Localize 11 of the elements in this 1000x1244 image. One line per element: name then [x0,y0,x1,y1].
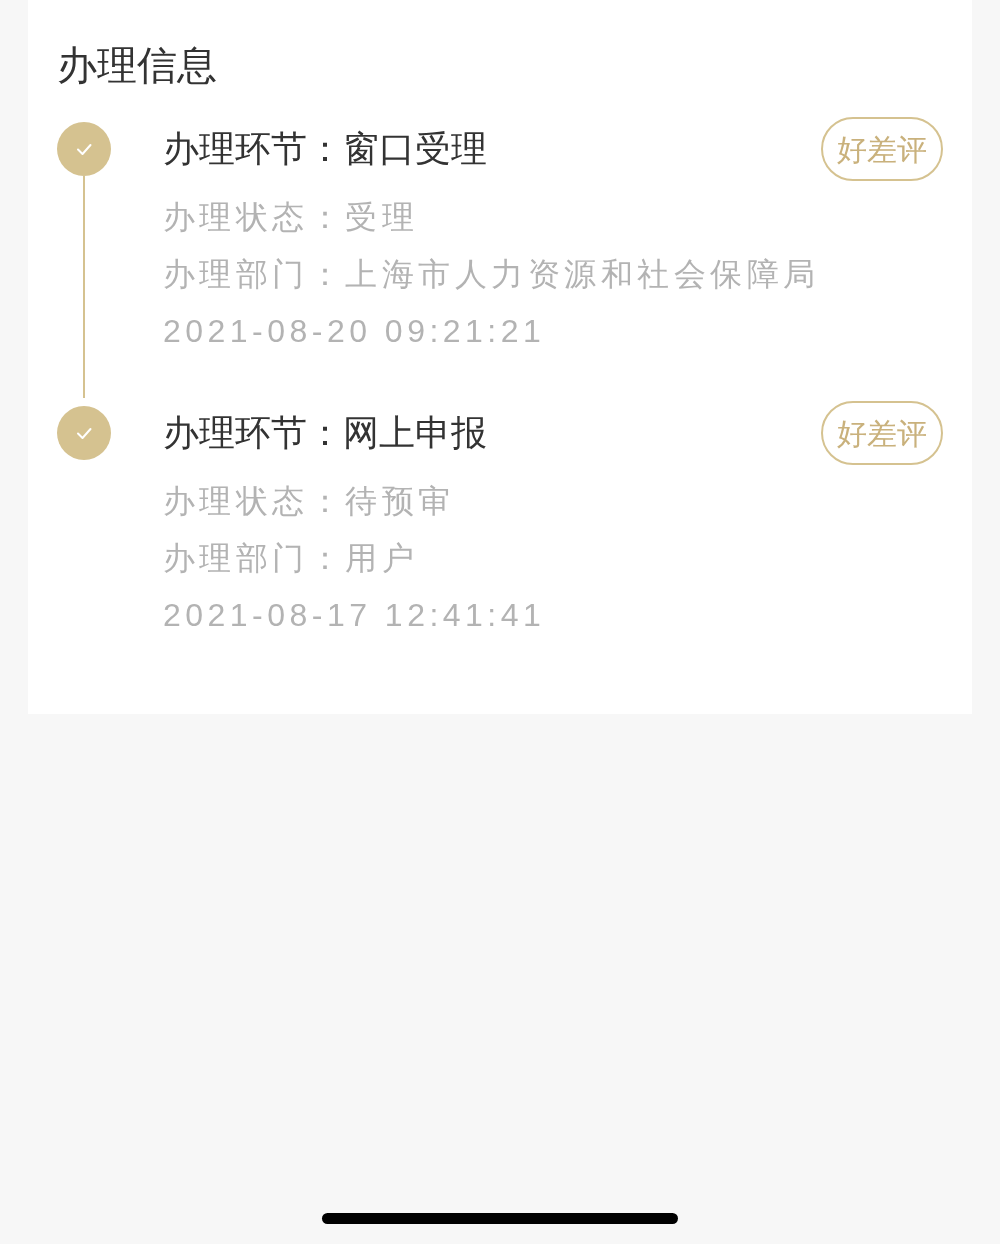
step-time: 2021-08-20 09:21:21 [163,312,547,351]
step-department: 办理部门：上海市人力资源和社会保障局 [163,255,821,294]
section-title: 办理信息 [57,42,218,89]
step-title: 办理环节：窗口受理 [163,127,487,171]
rating-button[interactable]: 好差评 [821,401,943,465]
rating-button[interactable]: 好差评 [821,117,943,181]
step-department: 办理部门：用户 [163,539,420,578]
step-status: 办理状态：受理 [163,198,420,237]
step-title: 办理环节：网上申报 [163,411,487,455]
step-time: 2021-08-17 12:41:41 [163,596,547,635]
step-status: 办理状态：待预审 [163,482,456,521]
